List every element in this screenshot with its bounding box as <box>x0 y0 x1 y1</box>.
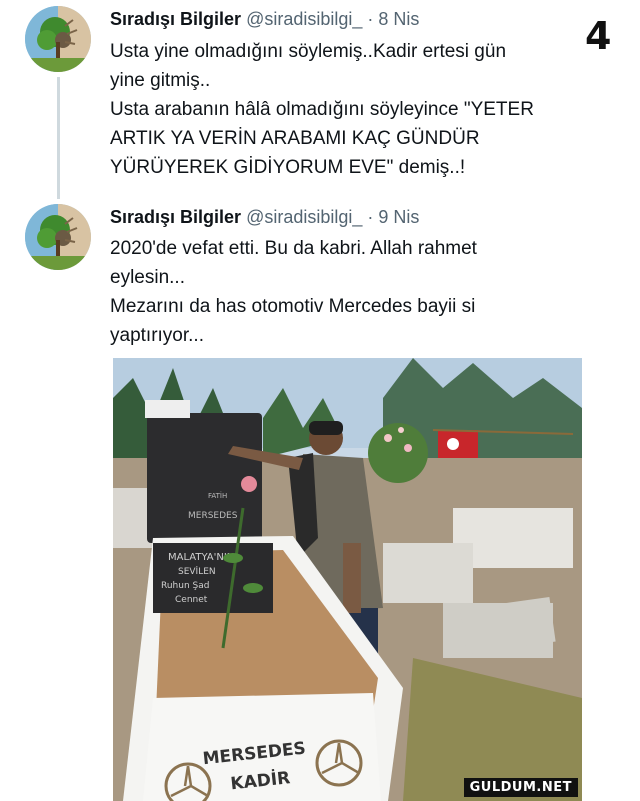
tweet-text: Usta yine olmadığını söylemiş..Kadir ert… <box>110 37 590 182</box>
site-watermark: GULDUM.NET <box>463 778 578 797</box>
tweet-date[interactable]: 9 Nis <box>378 207 419 227</box>
thread-connector-line <box>57 77 60 199</box>
tweet-line: Usta yine olmadığını söylemiş..Kadir ert… <box>110 41 507 62</box>
author-name[interactable]: Sıradışı Bilgiler <box>110 9 241 29</box>
avatar[interactable] <box>25 204 91 270</box>
tree-avatar-icon <box>25 6 91 72</box>
author-name[interactable]: Sıradışı Bilgiler <box>110 207 241 227</box>
tweet-photo[interactable]: MERSEDES FATİH MALATYA'NIN SEVİLEN Ruhun… <box>113 358 582 801</box>
tweet-line: Usta arabanın hâlâ olmadığını söyleyince… <box>110 99 534 120</box>
tweet-header: Sıradışı Bilgiler @siradisibilgi_ · 8 Ni… <box>110 9 419 30</box>
tweet-line: 2020'de vefat etti. Bu da kabri. Allah r… <box>110 238 477 259</box>
separator-dot: · <box>367 9 374 29</box>
tree-avatar-icon <box>25 204 91 270</box>
avatar[interactable] <box>25 6 91 72</box>
tweet-line: eylesin... <box>110 267 185 288</box>
plaque-line-2: SEVİLEN <box>178 566 216 577</box>
grave-photo-illustration: MERSEDES FATİH MALATYA'NIN SEVİLEN Ruhun… <box>113 358 582 801</box>
tweet-line: yine gitmiş.. <box>110 70 211 91</box>
plaque-line-4: Cennet <box>175 595 208 605</box>
tweet-header: Sıradışı Bilgiler @siradisibilgi_ · 9 Ni… <box>110 207 419 228</box>
author-handle[interactable]: @siradisibilgi_ <box>246 207 362 227</box>
separator-dot: · <box>367 207 374 227</box>
plaque-line-3: Ruhun Şad <box>161 581 209 591</box>
author-handle[interactable]: @siradisibilgi_ <box>246 9 362 29</box>
tweet-line: YÜRÜYEREK GİDİYORUM EVE" demiş..! <box>110 157 466 178</box>
tweet-line: Mezarını da has otomotiv Mercedes bayii … <box>110 296 476 317</box>
tweet-text: 2020'de vefat etti. Bu da kabri. Allah r… <box>110 234 590 350</box>
tweet-date[interactable]: 8 Nis <box>378 9 419 29</box>
tweet-line: ARTIK YA VERİN ARABAMI KAÇ GÜNDÜR <box>110 128 480 149</box>
tweet-line: yaptırıyor... <box>110 325 204 346</box>
headstone-line-1: MERSEDES <box>188 511 238 521</box>
headstone-line-2: FATİH <box>208 491 227 500</box>
